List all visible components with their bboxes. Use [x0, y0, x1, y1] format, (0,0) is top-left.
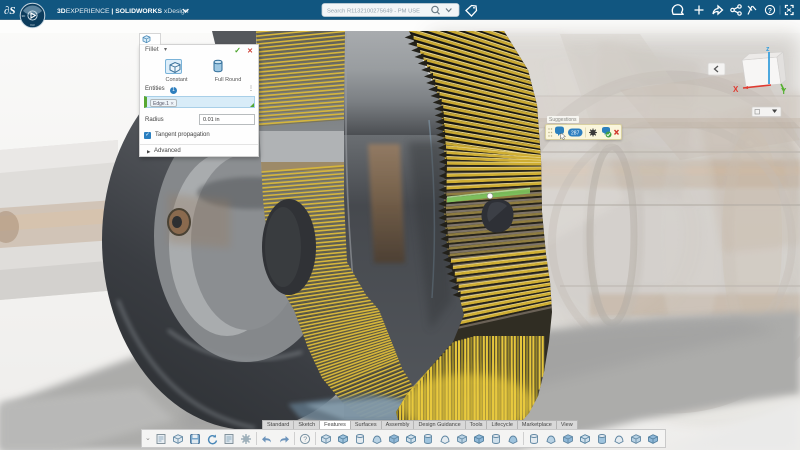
- svg-text:?: ?: [304, 436, 308, 443]
- svg-text:V.R: V.R: [30, 23, 36, 27]
- svg-text:Y: Y: [781, 87, 787, 96]
- svg-text:?: ?: [768, 8, 772, 15]
- svg-text:287: 287: [571, 131, 580, 137]
- svg-text:∂S: ∂S: [4, 5, 16, 17]
- svg-text:Search R1132100275649 - PM USE: Search R1132100275649 - PM USE: [327, 8, 420, 14]
- svg-text:X: X: [733, 85, 739, 94]
- svg-text:z: z: [766, 46, 770, 53]
- svg-text:3DEXPERIENCE | SOLIDWORKS xDes: 3DEXPERIENCE | SOLIDWORKS xDesign: [57, 8, 189, 15]
